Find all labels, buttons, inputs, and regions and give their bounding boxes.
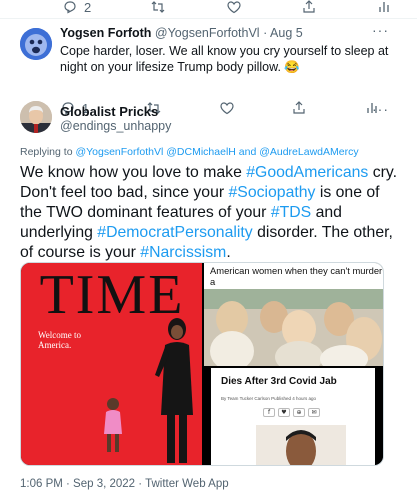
time-magazine-cover-image[interactable]: TIME Welcome to America. (21, 263, 202, 465)
retweet-icon (150, 0, 166, 15)
handle[interactable]: @endings_unhappy (60, 119, 171, 133)
tagline-line: Welcome to (38, 330, 82, 340)
like-action[interactable] (219, 100, 235, 116)
share-action[interactable] (301, 0, 317, 15)
caption-line: American women when they can't murder a (210, 265, 383, 287)
article-card: Dies After 3rd Covid Jab By Team Tucker … (211, 368, 375, 465)
share-icon (291, 100, 307, 116)
heart-icon: ♥ (278, 408, 290, 417)
analytics-icon (376, 0, 392, 15)
hashtag-link[interactable]: #Narcissism (140, 244, 226, 261)
analytics-action[interactable] (376, 0, 392, 15)
reply-header: Yogsen Forfoth @YogsenForfothVl · Aug 5 (60, 26, 303, 40)
article-share-icons: f ♥ ⊕ ✉ (263, 408, 320, 417)
article-portrait (256, 425, 346, 465)
like-action[interactable] (226, 0, 242, 15)
more-options-icon[interactable]: ··· (372, 101, 389, 117)
heart-icon (226, 0, 242, 15)
mail-icon: ✉ (308, 408, 320, 417)
cover-tagline: Welcome to America. (38, 330, 81, 350)
article-byline: By Team Tucker Carlson Published 4 hours… (221, 396, 316, 401)
previous-tweet-actions: 2 (62, 0, 392, 15)
text-segment: We know how you love to make (20, 164, 247, 181)
avatar[interactable] (20, 101, 52, 133)
reply-count: 2 (84, 0, 92, 15)
share-icon (301, 0, 317, 15)
reply-action[interactable]: 2 (62, 0, 91, 15)
divider (0, 18, 417, 19)
tweet-date[interactable]: Aug 5 (270, 26, 303, 40)
display-name[interactable]: Yogsen Forfoth (60, 26, 151, 40)
article-title: Dies After 3rd Covid Jab (221, 376, 337, 387)
retweet-action[interactable] (150, 0, 166, 15)
text-segment: . (226, 244, 231, 261)
cover-figure-woman (155, 318, 193, 463)
display-name[interactable]: Globalist Pricks (60, 104, 158, 119)
hashtag-link[interactable]: #GoodAmericans (246, 164, 368, 181)
tweet-text: We know how you love to make #GoodAmeric… (20, 163, 400, 263)
handle[interactable]: @YogsenForfothVl (155, 26, 260, 40)
media-grid: TIME Welcome to America. American women … (20, 262, 384, 466)
facebook-icon: f (263, 408, 275, 417)
replying-prefix: Replying to (20, 146, 76, 158)
share-action[interactable] (291, 100, 307, 116)
heart-icon (219, 100, 235, 116)
avatar[interactable] (20, 28, 52, 60)
meme-photo-image[interactable]: American women when they can't murder a … (204, 263, 383, 366)
hashtag-link[interactable]: #Sociopathy (229, 184, 316, 201)
pinterest-icon: ⊕ (293, 408, 305, 417)
article-screenshot-image[interactable]: Dies After 3rd Covid Jab By Team Tucker … (204, 368, 383, 465)
hashtag-link[interactable]: #TDS (271, 204, 311, 221)
replying-to: Replying to @YogsenForfothVl @DCMichaelH… (20, 146, 359, 158)
hashtag-link[interactable]: #DemocratPersonality (97, 224, 252, 241)
tweet-timestamp[interactable]: 1:06 PM · Sep 3, 2022 · Twitter Web App (20, 478, 229, 490)
separator: · (263, 26, 268, 40)
tagline-line: America. (38, 340, 72, 350)
reply-icon (62, 0, 78, 15)
reply-text: Cope harder, loser. We all know you cry … (60, 44, 389, 74)
replying-users-link[interactable]: @YogsenForfothVl @DCMichaelH and @AudreL… (75, 146, 358, 158)
meme-caption: American women when they can't murder a … (204, 263, 383, 298)
cover-figure-child (104, 398, 122, 452)
more-options-icon[interactable]: ··· (372, 22, 389, 38)
crowd-photo (204, 289, 383, 366)
